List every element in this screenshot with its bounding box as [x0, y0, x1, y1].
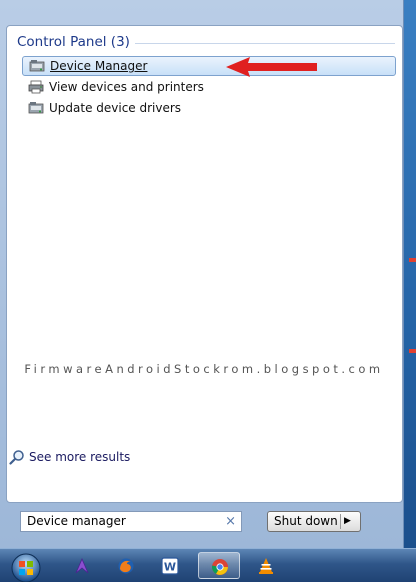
watermark-text: FirmwareAndroidStockrom.blogspot.com [24, 362, 384, 376]
windows-start-orb-icon[interactable] [8, 552, 44, 582]
see-more-results-link[interactable]: See more results [9, 448, 130, 466]
taskbar-word-button[interactable]: W [154, 552, 186, 579]
devices-printers-icon [28, 80, 44, 94]
search-input[interactable]: Device manager × [20, 511, 242, 532]
magnifier-icon [9, 450, 24, 465]
result-device-manager[interactable]: Device Manager [22, 56, 396, 76]
word-icon-letter: W [164, 561, 176, 574]
result-label: Device Manager [50, 59, 148, 73]
start-menu: Control Panel (3) Device Manager View de… [0, 0, 404, 548]
shut-down-options-arrow-icon[interactable]: ▶ [344, 512, 351, 531]
clear-search-icon[interactable]: × [225, 512, 236, 531]
result-label: View devices and printers [49, 80, 204, 94]
chrome-icon [211, 559, 228, 575]
result-update-device-drivers[interactable]: Update device drivers [22, 99, 396, 119]
firefox-icon [118, 558, 134, 574]
vlc-icon [259, 558, 273, 574]
result-view-devices-and-printers[interactable]: View devices and printers [22, 78, 396, 98]
red-arrow-annotation-icon [226, 57, 317, 77]
desktop-marker [409, 258, 416, 262]
search-results-pane: Control Panel (3) Device Manager View de… [6, 25, 403, 503]
taskbar-vlc-button[interactable] [250, 552, 282, 579]
word-icon: W [161, 557, 179, 575]
see-more-label: See more results [29, 450, 131, 464]
device-manager-icon [29, 60, 45, 72]
taskbar-chrome-button[interactable] [198, 552, 240, 579]
app-icon [75, 557, 89, 574]
result-label: Update device drivers [49, 101, 182, 115]
desktop-marker [409, 349, 416, 353]
search-value: Device manager [27, 514, 126, 528]
group-divider [135, 43, 395, 44]
shut-down-separator [340, 514, 341, 529]
shut-down-button[interactable]: Shut down ▶ [267, 511, 361, 532]
desktop-edge [404, 0, 416, 548]
control-panel-group-header[interactable]: Control Panel (3) [17, 32, 397, 52]
update-drivers-icon [28, 102, 44, 114]
shut-down-label: Shut down [274, 514, 338, 528]
taskbar-firefox-button[interactable] [110, 552, 142, 579]
taskbar-app-button[interactable] [66, 552, 98, 579]
